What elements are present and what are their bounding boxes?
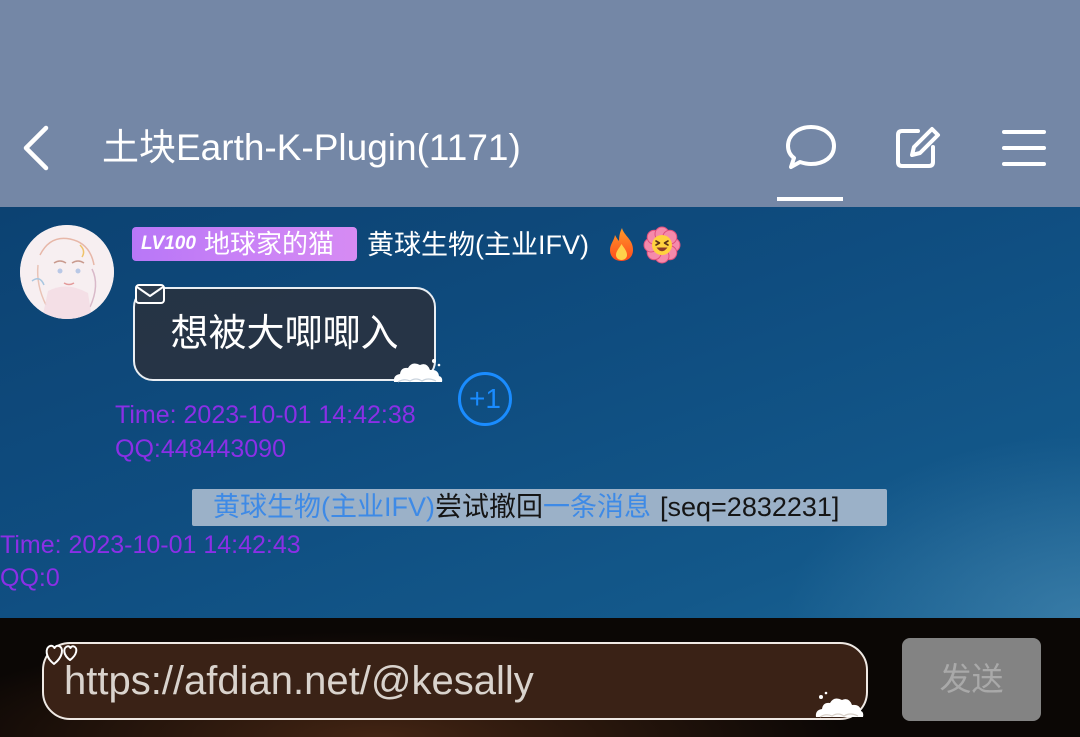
sender-name[interactable]: 黄球生物(主业IFV) <box>367 229 589 261</box>
title-label: 地球家的猫 <box>203 229 334 259</box>
notice-action: 尝试撤回 <box>435 492 543 522</box>
active-tab-indicator <box>777 197 843 201</box>
notice-user-link[interactable]: 黄球生物(主业IFV) <box>213 492 435 522</box>
message-time: Time: 2023-10-01 14:42:38 <box>115 401 416 429</box>
level-label: LV100 <box>141 233 196 254</box>
send-button[interactable]: 发送 <box>902 638 1041 721</box>
chat-bubble-icon[interactable] <box>784 122 838 172</box>
chat-title: 土块Earth-K-Plugin(1171) <box>102 127 521 168</box>
notice-qq: QQ:0 <box>0 564 60 592</box>
message-qq: QQ:448443090 <box>115 435 286 463</box>
plus-one-button[interactable]: +1 <box>458 372 512 426</box>
top-bar <box>0 0 1080 207</box>
message-input[interactable] <box>64 644 824 718</box>
edit-icon[interactable] <box>892 122 942 172</box>
fire-icon <box>610 228 633 261</box>
menu-icon[interactable] <box>1000 126 1048 170</box>
recall-notice: 黄球生物(主业IFV)尝试撤回一条消息 [seq=2832231] <box>192 489 887 526</box>
notice-seq: [seq=2832231] <box>660 492 840 522</box>
avatar[interactable] <box>20 225 114 319</box>
notice-time: Time: 2023-10-01 14:42:43 <box>0 531 301 559</box>
envelope-icon <box>135 284 165 304</box>
message-input-box[interactable] <box>42 642 868 720</box>
cloud-icon <box>815 691 864 718</box>
cloud-icon <box>393 359 443 383</box>
member-title-badge: LV100 地球家的猫 <box>132 227 357 261</box>
flower-smile-icon <box>643 226 681 264</box>
hearts-icon <box>45 644 78 665</box>
message-text: 想被大唧唧入 <box>170 313 399 355</box>
notice-message-link[interactable]: 一条消息 <box>543 492 651 522</box>
chevron-left-icon[interactable] <box>20 124 54 172</box>
